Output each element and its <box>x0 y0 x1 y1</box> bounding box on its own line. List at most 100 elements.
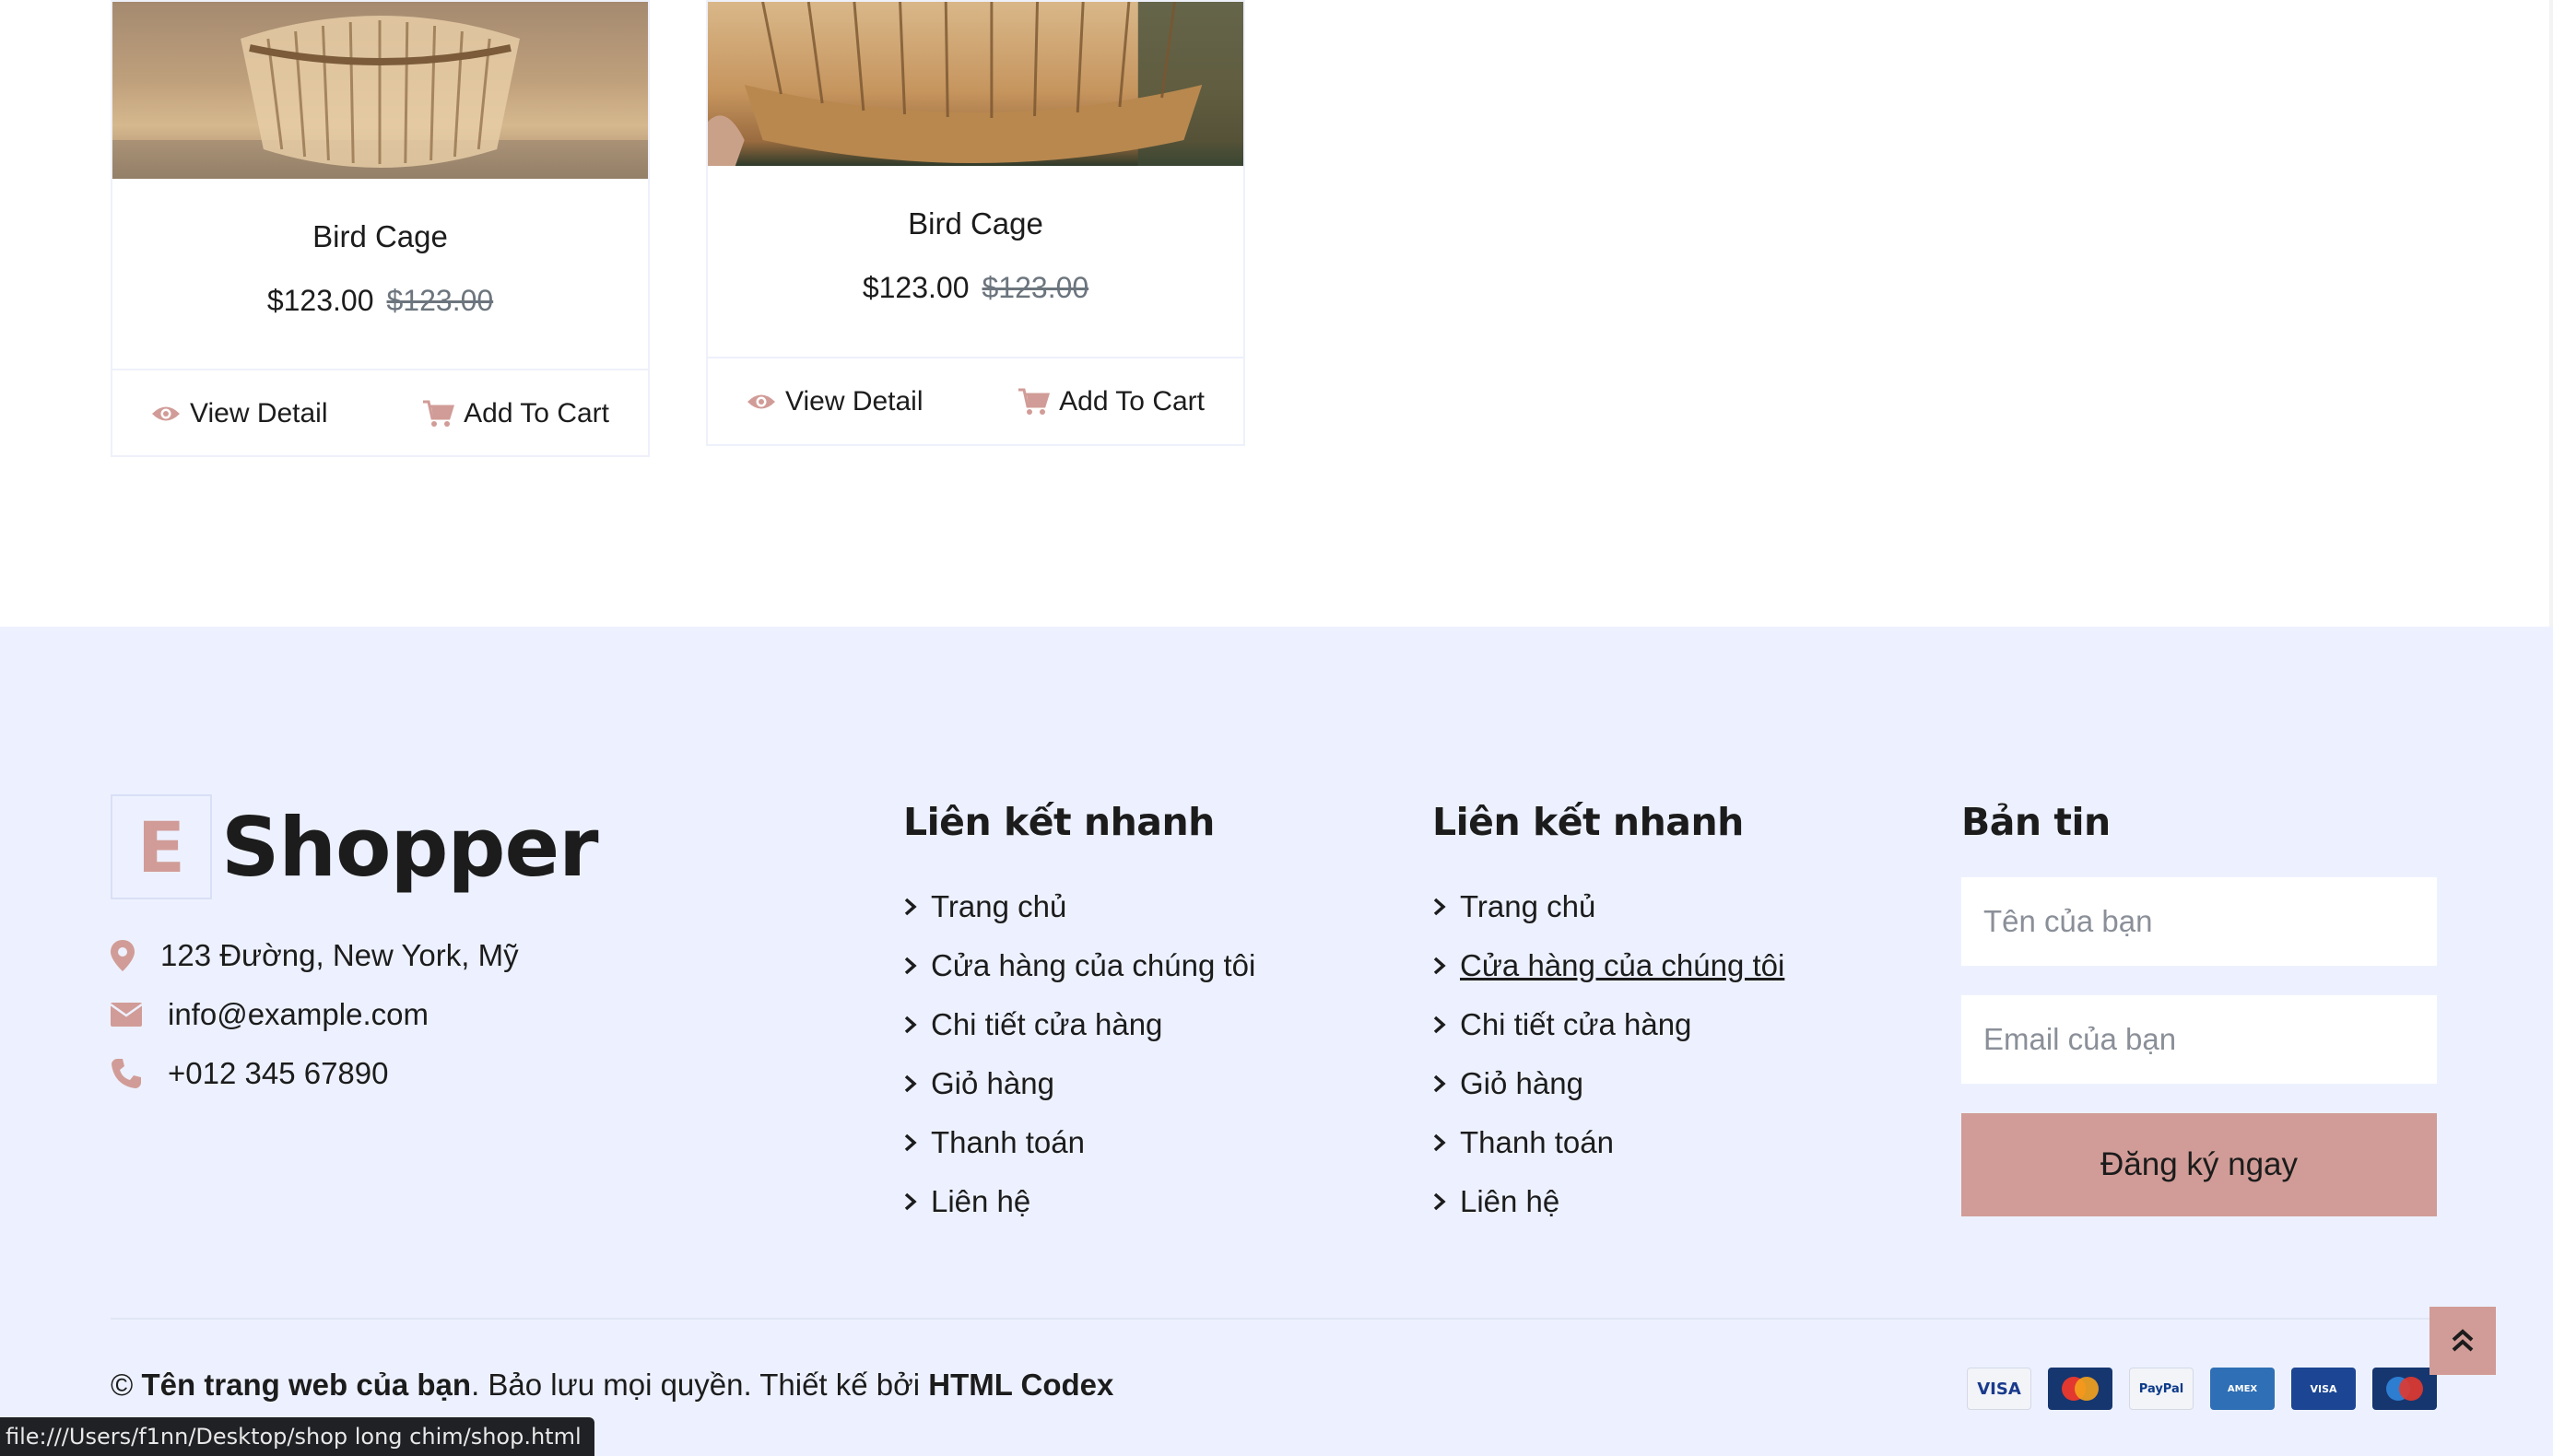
quick-links-title: Liên kết nhanh <box>903 800 1215 844</box>
eye-icon <box>152 406 180 421</box>
product-info: Bird Cage $123.00 $123.00 <box>112 219 648 318</box>
cart-icon <box>423 400 455 427</box>
quick-links-column-1: Liên kết nhanh Trang chủ Cửa hàng của ch… <box>903 800 1255 1231</box>
product-actions: View Detail Add To Cart <box>708 357 1243 445</box>
footer: E Shopper 123 Đường, New York, Mỹ info@e… <box>0 627 2553 1456</box>
footer-link-label[interactable]: Trang chủ <box>931 889 1066 924</box>
chevron-right-icon <box>903 1015 918 1035</box>
newsletter-column: Bản tin Đăng ký ngay <box>1961 800 2437 1216</box>
mastercard-icon <box>2048 1368 2112 1410</box>
chevron-right-icon <box>903 956 918 976</box>
product-actions: View Detail Add To Cart <box>112 369 648 457</box>
footer-link-contact[interactable]: Liên hệ <box>903 1172 1255 1231</box>
maestro-icon <box>2372 1368 2437 1410</box>
maestro-circles <box>2386 1377 2423 1401</box>
chevron-right-icon <box>1432 1133 1447 1153</box>
logo-text: Shopper <box>221 799 599 895</box>
footer-link-home[interactable]: Trang chủ <box>1432 877 1784 936</box>
footer-link-cart[interactable]: Giỏ hàng <box>903 1054 1255 1113</box>
phone-icon <box>112 1059 141 1088</box>
eye-icon <box>747 394 775 409</box>
product-price: $123.00 <box>862 271 970 304</box>
product-price: $123.00 <box>266 284 374 317</box>
chevron-right-icon <box>1432 897 1447 917</box>
footer-logo[interactable]: E Shopper <box>111 794 599 899</box>
footer-link-label[interactable]: Trang chủ <box>1460 889 1595 924</box>
footer-link-label[interactable]: Cửa hàng của chúng tôi <box>1460 948 1784 983</box>
chevron-right-icon <box>903 1133 918 1153</box>
paypal-icon: PayPal <box>2129 1368 2194 1410</box>
view-detail-button[interactable]: View Detail <box>151 398 328 429</box>
footer-link-label[interactable]: Thanh toán <box>931 1125 1085 1160</box>
site-name-link[interactable]: Tên trang web của bạn <box>142 1368 472 1402</box>
product-name[interactable]: Bird Cage <box>708 206 1243 241</box>
double-chevron-up-icon <box>2452 1329 2474 1352</box>
footer-link-home[interactable]: Trang chủ <box>903 877 1255 936</box>
chevron-right-icon <box>903 1074 918 1094</box>
footer-link-checkout[interactable]: Thanh toán <box>903 1113 1255 1172</box>
copyright-text: . Bảo lưu mọi quyền. Thiết kế bởi <box>471 1368 929 1402</box>
designer-link[interactable]: HTML Codex <box>928 1368 1113 1402</box>
chevron-right-icon <box>903 1192 918 1212</box>
browser-status-bar: file:///Users/f1nn/Desktop/shop long chi… <box>0 1417 594 1456</box>
footer-link-shop-detail[interactable]: Chi tiết cửa hàng <box>903 995 1255 1054</box>
footer-link-label[interactable]: Liên hệ <box>1460 1184 1559 1219</box>
contact-address: 123 Đường, New York, Mỹ <box>111 938 519 973</box>
cart-icon <box>1018 388 1051 415</box>
add-to-cart-button[interactable]: Add To Cart <box>423 398 609 429</box>
footer-link-contact[interactable]: Liên hệ <box>1432 1172 1784 1231</box>
envelope-icon <box>111 1003 142 1027</box>
bird-cage-photo <box>708 2 1243 166</box>
add-to-cart-button[interactable]: Add To Cart <box>1018 386 1205 417</box>
contact-phone: +012 345 67890 <box>111 1056 389 1091</box>
quick-links-title: Liên kết nhanh <box>1432 800 1744 844</box>
quick-links-list: Trang chủ Cửa hàng của chúng tôi Chi tiế… <box>1432 877 1784 1231</box>
address-text: 123 Đường, New York, Mỹ <box>160 938 519 972</box>
chevron-right-icon <box>1432 1074 1447 1094</box>
visa-electron-icon: VISA <box>2291 1368 2356 1410</box>
scrollbar-track[interactable] <box>2549 0 2553 627</box>
copyright-symbol: © <box>111 1368 134 1402</box>
product-name[interactable]: Bird Cage <box>112 219 648 254</box>
footer-divider <box>111 1318 2442 1320</box>
footer-link-label[interactable]: Giỏ hàng <box>931 1066 1054 1101</box>
view-detail-button[interactable]: View Detail <box>747 386 924 417</box>
map-marker-icon <box>111 940 135 971</box>
product-info: Bird Cage $123.00 $123.00 <box>708 206 1243 305</box>
phone-text: +012 345 67890 <box>168 1056 389 1090</box>
add-to-cart-label: Add To Cart <box>1059 386 1205 417</box>
footer-link-shop[interactable]: Cửa hàng của chúng tôi <box>903 936 1255 995</box>
footer-link-label[interactable]: Cửa hàng của chúng tôi <box>931 948 1255 983</box>
product-old-price: $123.00 <box>982 271 1089 304</box>
visa-icon: VISA <box>1967 1368 2031 1410</box>
view-detail-label: View Detail <box>785 386 924 417</box>
footer-link-label[interactable]: Thanh toán <box>1460 1125 1614 1160</box>
chevron-right-icon <box>1432 956 1447 976</box>
product-image[interactable] <box>708 2 1243 166</box>
footer-link-cart[interactable]: Giỏ hàng <box>1432 1054 1784 1113</box>
american-express-icon: AMEX <box>2210 1368 2275 1410</box>
footer-link-shop-detail[interactable]: Chi tiết cửa hàng <box>1432 995 1784 1054</box>
contact-email: info@example.com <box>111 997 429 1032</box>
chevron-right-icon <box>903 897 918 917</box>
back-to-top-button[interactable] <box>2429 1307 2496 1375</box>
footer-link-label[interactable]: Chi tiết cửa hàng <box>1460 1007 1691 1042</box>
product-section: Bird Cage $123.00 $123.00 View Detail Ad… <box>0 0 2553 627</box>
quick-links-column-2: Liên kết nhanh Trang chủ Cửa hàng của ch… <box>1432 800 1784 1231</box>
newsletter-title: Bản tin <box>1961 800 2111 844</box>
footer-link-label[interactable]: Giỏ hàng <box>1460 1066 1583 1101</box>
footer-link-checkout[interactable]: Thanh toán <box>1432 1113 1784 1172</box>
product-prices: $123.00 $123.00 <box>112 284 648 318</box>
footer-link-label[interactable]: Liên hệ <box>931 1184 1030 1219</box>
mastercard-circles <box>2062 1377 2099 1401</box>
newsletter-email-input[interactable] <box>1961 995 2437 1084</box>
footer-link-label[interactable]: Chi tiết cửa hàng <box>931 1007 1162 1042</box>
subscribe-button[interactable]: Đăng ký ngay <box>1961 1113 2437 1216</box>
chevron-right-icon <box>1432 1192 1447 1212</box>
add-to-cart-label: Add To Cart <box>464 398 609 429</box>
newsletter-name-input[interactable] <box>1961 877 2437 966</box>
bird-cage-photo <box>112 16 648 179</box>
footer-link-shop[interactable]: Cửa hàng của chúng tôi <box>1432 936 1784 995</box>
view-detail-label: View Detail <box>190 398 328 429</box>
product-image[interactable] <box>112 2 648 179</box>
